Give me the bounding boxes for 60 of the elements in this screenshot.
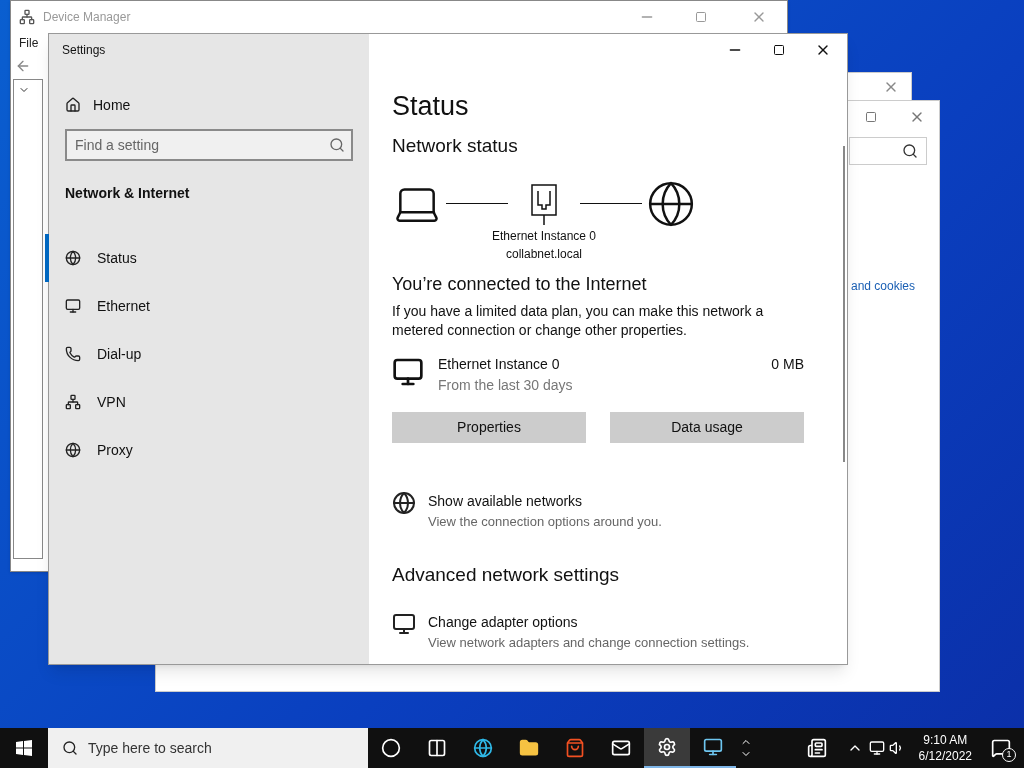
device-manager-icon bbox=[19, 9, 35, 25]
news-icon[interactable] bbox=[806, 738, 827, 758]
domain-name: collabnet.local bbox=[505, 245, 583, 263]
action-button[interactable]: Data usage bbox=[610, 411, 804, 443]
link-subtitle: View network adapters and change connection settings. bbox=[428, 633, 750, 652]
usage-name: Ethernet Instance 0 bbox=[438, 354, 561, 374]
clock-date: 6/12/2022 bbox=[918, 748, 972, 764]
section-heading: Network & Internet bbox=[64, 184, 191, 203]
globe-icon bbox=[65, 250, 81, 266]
section-heading: Network status bbox=[392, 134, 519, 158]
description: If you have a limited data plan, you can make this network a metered connection or change other properties. bbox=[392, 301, 765, 340]
network-icon[interactable] bbox=[868, 740, 885, 756]
nav-item[interactable]: Proxy bbox=[45, 426, 369, 474]
phone-icon bbox=[65, 346, 81, 362]
mail-icon bbox=[611, 738, 631, 758]
sandbox-icon bbox=[703, 737, 723, 757]
window-title: Device Manager bbox=[43, 9, 131, 26]
connection-status: You’re connected to the Internet bbox=[392, 272, 648, 296]
windows-logo-icon bbox=[16, 740, 32, 756]
link-title[interactable]: Change adapter options bbox=[428, 611, 750, 633]
nav-item[interactable]: Ethernet bbox=[45, 282, 369, 330]
search-icon bbox=[329, 137, 345, 153]
action-button[interactable]: Properties bbox=[392, 411, 586, 443]
section-heading: Advanced network settings bbox=[392, 563, 621, 587]
monitor-icon bbox=[392, 611, 416, 636]
notification-count: 1 bbox=[1002, 748, 1016, 762]
link-subtitle: View the connection options around you. bbox=[428, 512, 662, 531]
search-field[interactable]: Find a setting bbox=[65, 129, 353, 161]
link-title[interactable]: Show available networks bbox=[428, 490, 662, 512]
folder-icon bbox=[519, 738, 539, 758]
taskbar-button[interactable] bbox=[644, 728, 690, 768]
network-icon bbox=[65, 394, 81, 410]
search-icon bbox=[62, 740, 78, 756]
search-box[interactable]: Type here to search bbox=[48, 728, 368, 768]
ethernet-port-icon bbox=[530, 182, 558, 227]
task-view-icon bbox=[427, 738, 447, 758]
back-icon[interactable] bbox=[15, 58, 31, 74]
globe-icon bbox=[65, 442, 81, 458]
window-title: Settings bbox=[62, 42, 106, 59]
usage-period: From the last 30 days bbox=[438, 375, 573, 395]
maximize-icon[interactable] bbox=[773, 44, 785, 56]
home-link[interactable]: Home bbox=[93, 94, 131, 116]
nav-item[interactable]: VPN bbox=[45, 378, 369, 426]
store-icon bbox=[565, 738, 585, 758]
home-icon bbox=[65, 97, 81, 113]
cortana-icon bbox=[381, 738, 401, 758]
globe-icon bbox=[392, 490, 416, 515]
usage-amount: 0 MB bbox=[771, 354, 804, 374]
notifications-icon[interactable] bbox=[991, 738, 1011, 758]
nav-item[interactable]: Dial-up bbox=[45, 330, 369, 378]
menu-item[interactable]: File bbox=[19, 34, 39, 52]
monitor-icon bbox=[65, 298, 81, 314]
clock-time: 9:10 AM bbox=[923, 732, 968, 748]
settings-icon bbox=[657, 737, 677, 757]
browser-icon bbox=[473, 738, 493, 758]
adapter-name: Ethernet Instance 0 bbox=[491, 227, 597, 245]
page-heading: Status bbox=[392, 90, 470, 123]
link[interactable]: and cookies bbox=[850, 277, 915, 295]
search-icon bbox=[902, 143, 918, 159]
search-field[interactable] bbox=[849, 137, 927, 165]
